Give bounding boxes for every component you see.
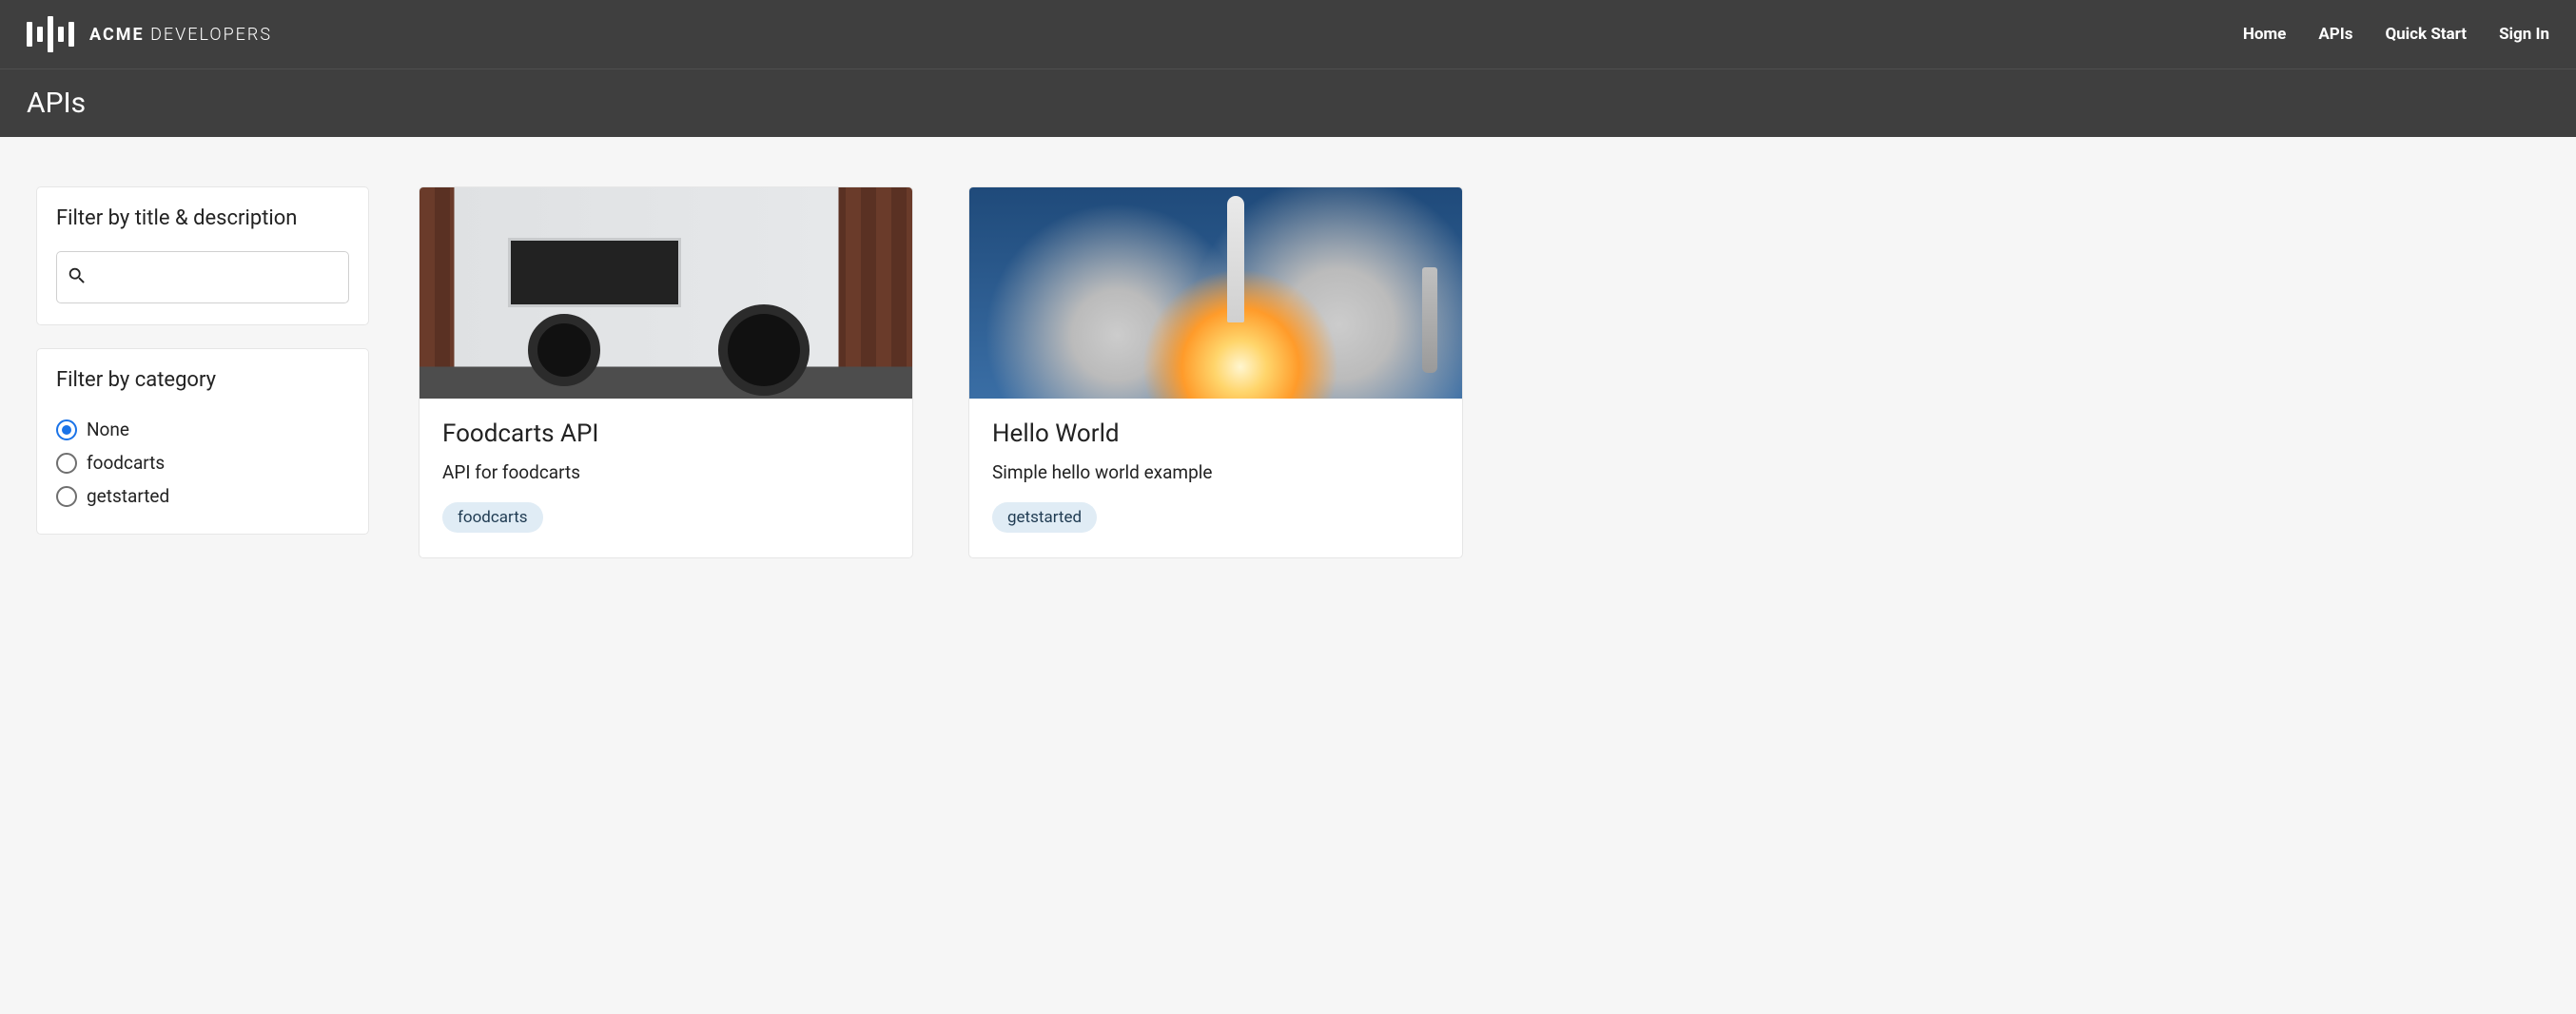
sidebar: Filter by title & description Filter by …: [36, 186, 369, 535]
top-nav: ACME DEVELOPERS Home APIs Quick Start Si…: [0, 0, 2576, 68]
category-option-foodcarts[interactable]: foodcarts: [56, 446, 349, 479]
search-icon: [67, 265, 88, 290]
nav-link-quickstart[interactable]: Quick Start: [2385, 25, 2467, 44]
radio-icon: [56, 486, 77, 507]
nav-link-home[interactable]: Home: [2243, 25, 2287, 44]
nav-link-signin[interactable]: Sign In: [2499, 25, 2549, 44]
card-thumb: [969, 187, 1462, 399]
logo-icon: [27, 15, 74, 53]
category-label: foodcarts: [87, 452, 165, 474]
radio-icon: [56, 419, 77, 440]
brand[interactable]: ACME DEVELOPERS: [27, 15, 272, 53]
api-cards: Foodcarts API API for foodcarts foodcart…: [419, 186, 1463, 558]
card-body: Foodcarts API API for foodcarts foodcart…: [420, 399, 912, 557]
category-label: None: [87, 419, 129, 440]
filter-category-heading: Filter by category: [56, 368, 349, 392]
card-thumb: [420, 187, 912, 399]
nav-link-apis[interactable]: APIs: [2318, 25, 2352, 44]
search-input[interactable]: [88, 260, 339, 295]
brand-light: DEVELOPERS: [150, 25, 272, 45]
category-option-getstarted[interactable]: getstarted: [56, 479, 349, 513]
card-title: Foodcarts API: [442, 419, 889, 448]
card-title: Hello World: [992, 419, 1439, 448]
brand-name: ACME DEVELOPERS: [89, 25, 272, 45]
card-description: Simple hello world example: [992, 461, 1439, 483]
card-body: Hello World Simple hello world example g…: [969, 399, 1462, 557]
filter-search-panel: Filter by title & description: [36, 186, 369, 325]
category-option-none[interactable]: None: [56, 413, 349, 446]
card-description: API for foodcarts: [442, 461, 889, 483]
api-card-helloworld[interactable]: Hello World Simple hello world example g…: [968, 186, 1463, 558]
page-title: APIs: [0, 68, 2576, 137]
brand-heavy: ACME: [89, 25, 145, 45]
nav-links: Home APIs Quick Start Sign In: [2243, 25, 2549, 44]
card-tag[interactable]: getstarted: [992, 502, 1097, 533]
category-label: getstarted: [87, 485, 169, 507]
search-input-wrap[interactable]: [56, 251, 349, 303]
card-tag[interactable]: foodcarts: [442, 502, 543, 533]
filter-search-heading: Filter by title & description: [56, 206, 349, 230]
filter-category-panel: Filter by category None foodcarts getsta…: [36, 348, 369, 535]
radio-icon: [56, 453, 77, 474]
page-body: Filter by title & description Filter by …: [0, 137, 2576, 608]
api-card-foodcarts[interactable]: Foodcarts API API for foodcarts foodcart…: [419, 186, 913, 558]
